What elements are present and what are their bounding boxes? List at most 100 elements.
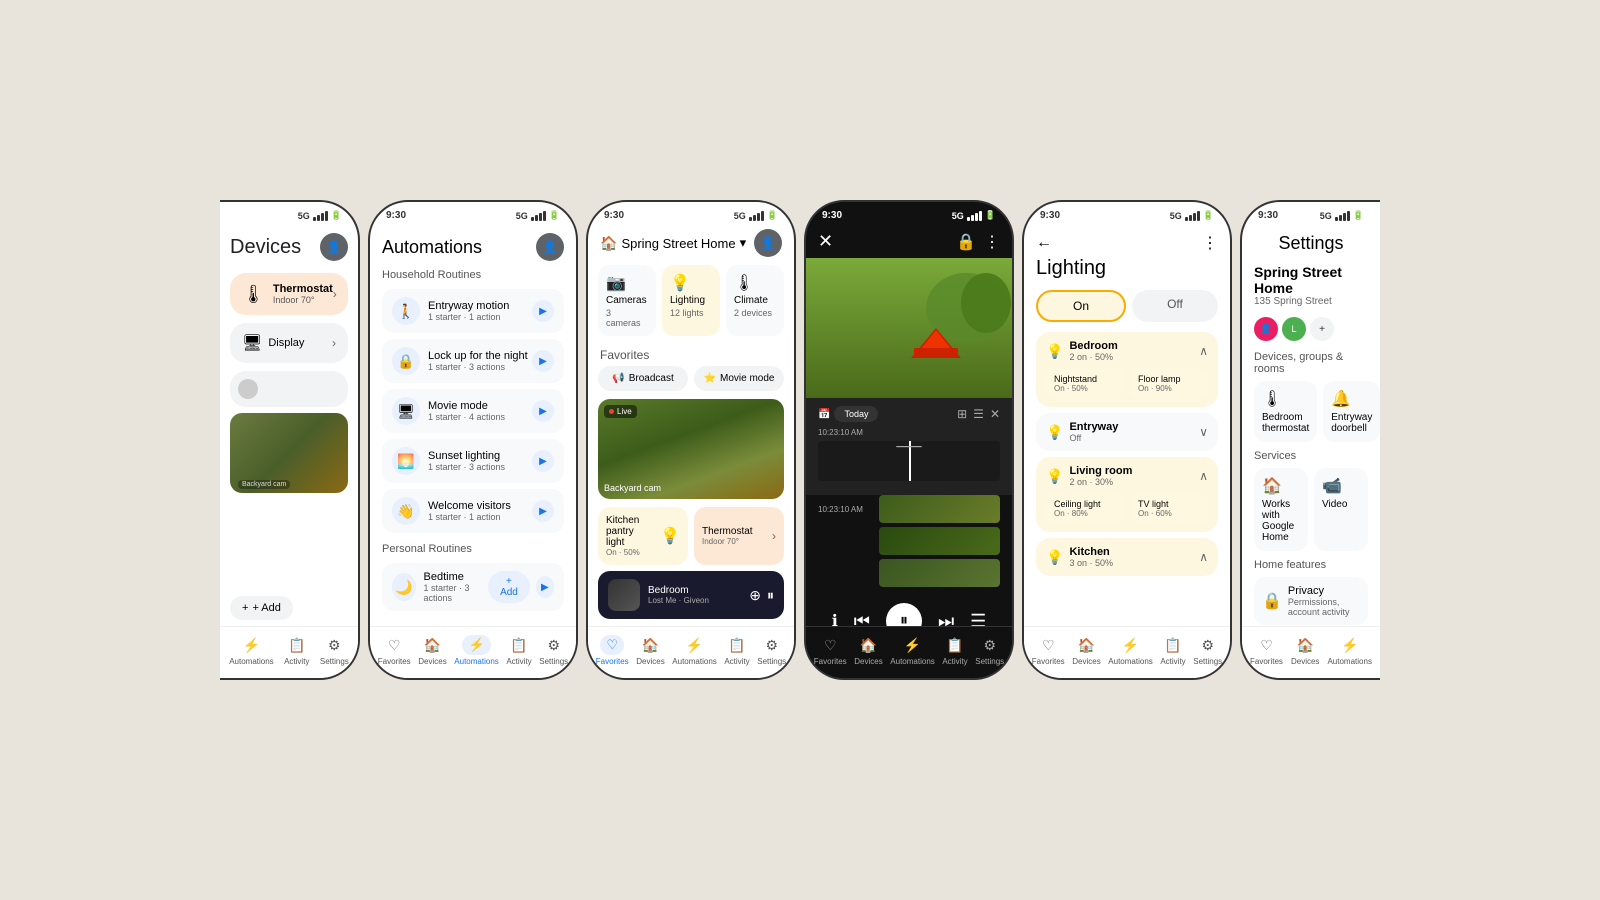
entryway-doorbell-card[interactable]: 🔔 Entryway doorbell [1323,381,1380,442]
automations-avatar[interactable]: 👤 [536,233,564,261]
nav-favorites-3[interactable]: ♡ Favorites [596,635,629,666]
nav-devices-4[interactable]: 🏠 Devices [854,635,882,666]
nav-settings-2[interactable]: ⚙ Settings [539,635,568,666]
nav-dev-5[interactable]: 🏠 Devices [1072,635,1100,666]
nav-set-4[interactable]: ⚙ Settings [975,635,1004,666]
nav-settings-3[interactable]: ⚙ Settings [757,635,786,666]
nav-activity-1[interactable]: 📋 Activity [284,635,309,666]
bedroom-thermostat-card[interactable]: 🌡 Bedroom thermostat [1254,381,1317,442]
user-avatar[interactable]: 👤 [320,233,348,261]
thumb-img-1[interactable] [879,527,1000,555]
routine-bedtime[interactable]: 🌙 Bedtime 1 starter · 3 actions + Add ▶ [382,563,564,611]
nightstand-light[interactable]: Nightstand On · 50% [1046,368,1124,399]
routine-sunset[interactable]: 🌅 Sunset lighting 1 starter · 3 actions … [382,439,564,483]
play-btn-2[interactable]: ▶ [532,400,554,422]
phone-camera: 9:30 5G 🔋 ✕ 🔒 ⋮ [804,200,1014,680]
grid-icon[interactable]: ⊞ [957,407,967,421]
scrubber[interactable]: ━━━━━━ [818,441,1000,481]
thumb-img-0[interactable] [879,495,1000,523]
automations-title: Automations [382,237,482,258]
routine-entryway[interactable]: 🚶 Entryway motion 1 starter · 1 action ▶ [382,289,564,333]
kitchen-light-card[interactable]: Kitchen pantry light On · 50% 💡 [598,507,688,565]
category-climate[interactable]: 🌡 Climate 2 devices [726,265,784,336]
nav-devices-3[interactable]: 🏠 Devices [636,635,664,666]
nav-fav-6[interactable]: ♡ Favorites [1250,635,1283,666]
google-home-card[interactable]: 🏠 Works with Google Home [1254,468,1308,551]
nav-activity-3[interactable]: 📋 Activity [724,635,749,666]
play-btn-1[interactable]: ▶ [532,350,554,372]
nav-set-5[interactable]: ⚙ Settings [1193,635,1222,666]
living-expand-icon[interactable]: ∧ [1199,469,1208,483]
broadcast-button[interactable]: 📢 Broadcast [598,366,688,391]
nav-automations-2[interactable]: ⚡ Automations [454,635,498,666]
camera-preview[interactable]: Backyard cam [230,413,348,493]
nav-devices-2[interactable]: 🏠 Devices [418,635,446,666]
favorites-row: 📢 Broadcast ⭐ Movie mode [588,366,794,399]
movie-mode-button[interactable]: ⭐ Movie mode [694,366,784,391]
add-button[interactable]: + + Add [230,596,293,620]
entryway-room-card[interactable]: 💡 Entryway Off ∨ [1036,413,1218,451]
kitchen-room-card[interactable]: 💡 Kitchen 3 on · 50% ∧ [1036,538,1218,576]
nav-favorites-2[interactable]: ♡ Favorites [378,635,411,666]
close-button[interactable]: ✕ [818,231,833,252]
nav-activity-2[interactable]: 📋 Activity [506,635,531,666]
privacy-card[interactable]: 🔒 Privacy Permissions, account activity [1254,577,1368,625]
member-avatar-1[interactable]: 👤 [1254,317,1278,341]
bedroom-expand-icon[interactable]: ∧ [1199,344,1208,358]
floor-lamp-light[interactable]: Floor lamp On · 90% [1130,368,1208,399]
close-timeline-icon[interactable]: ✕ [990,407,1000,421]
cast-icon[interactable]: ⊕ [749,587,761,604]
nav-act-4[interactable]: 📋 Activity [942,635,967,666]
bedroom-room-card[interactable]: 💡 Bedroom 2 on · 50% ∧ Nightstand On · 5… [1036,332,1218,407]
nav-fav-5[interactable]: ♡ Favorites [1032,635,1065,666]
pause-icon[interactable]: ⏸ [767,587,774,604]
play-btn-0[interactable]: ▶ [532,300,554,322]
nav-act-5[interactable]: 📋 Activity [1160,635,1185,666]
bottom-nav-2: ♡ Favorites 🏠 Devices ⚡ Automations 📋 Ac… [370,626,576,678]
home-avatar[interactable]: 👤 [754,229,782,257]
play-btn-4[interactable]: ▶ [532,500,554,522]
nav-automations-1[interactable]: ⚡ Automations [229,635,273,666]
nav-auto-4[interactable]: ⚡ Automations [890,635,934,666]
video-card[interactable]: 📹 Video [1314,468,1368,551]
home-selector[interactable]: 🏠 Spring Street Home ▾ [600,235,746,252]
add-icon: + [242,602,248,614]
nav-auto-6[interactable]: ⚡ Automations [1327,635,1371,666]
category-lighting[interactable]: 💡 Lighting 12 lights [662,265,720,336]
category-cameras[interactable]: 📷 Cameras 3 cameras [598,265,656,336]
display-card[interactable]: 🖥 Display › [230,323,348,363]
routine-welcome[interactable]: 👋 Welcome visitors 1 starter · 1 action … [382,489,564,533]
member-avatar-2[interactable]: L [1282,317,1306,341]
thermostat-card[interactable]: 🌡 Thermostat Indoor 70° › [230,273,348,315]
nav-dev-6[interactable]: 🏠 Devices [1291,635,1319,666]
nav-automations-3[interactable]: ⚡ Automations [672,635,716,666]
living-room-card[interactable]: 💡 Living room 2 on · 30% ∧ Ceiling light… [1036,457,1218,532]
thumb-row-1 [818,527,1000,555]
routine-lock[interactable]: 🔒 Lock up for the night 1 starter · 3 ac… [382,339,564,383]
nav-auto-5[interactable]: ⚡ Automations [1108,635,1152,666]
more-icon[interactable]: ⋮ [984,232,1000,252]
toggle-on-button[interactable]: On [1036,290,1126,322]
thermostat-mini-card[interactable]: Thermostat Indoor 70° › [694,507,784,565]
today-button[interactable]: Today [834,406,878,422]
thumb-img-2[interactable] [879,559,1000,587]
ceiling-light[interactable]: Ceiling light On · 80% [1046,493,1124,524]
play-btn-5[interactable]: ▶ [536,576,554,598]
music-card[interactable]: Bedroom Lost Me · Giveon ⊕ ⏸ [598,571,784,619]
more-icon-5[interactable]: ⋮ [1202,233,1218,253]
routine-movie[interactable]: 🖥 Movie mode 1 starter · 4 actions ▶ [382,389,564,433]
thumb-time-0: 10:23:10 AM [818,505,873,514]
bottom-nav-4: ♡ Favorites 🏠 Devices ⚡ Automations 📋 Ac… [806,626,1012,678]
add-member-button[interactable]: + [1310,317,1334,341]
tv-light[interactable]: TV light On · 60% [1130,493,1208,524]
play-btn-3[interactable]: ▶ [532,450,554,472]
backyard-camera[interactable]: Live Backyard cam [598,399,784,499]
add-routine-button[interactable]: + Add [488,571,530,603]
toggle-off-button[interactable]: Off [1132,290,1218,322]
nav-favorites-4[interactable]: ♡ Favorites [814,635,847,666]
kitchen-expand-icon[interactable]: ∧ [1199,550,1208,564]
list-icon[interactable]: ☰ [973,407,984,421]
entryway-expand-icon[interactable]: ∨ [1199,425,1208,439]
back-icon[interactable]: ← [1036,234,1052,252]
nav-settings-1[interactable]: ⚙ Settings [320,635,349,666]
